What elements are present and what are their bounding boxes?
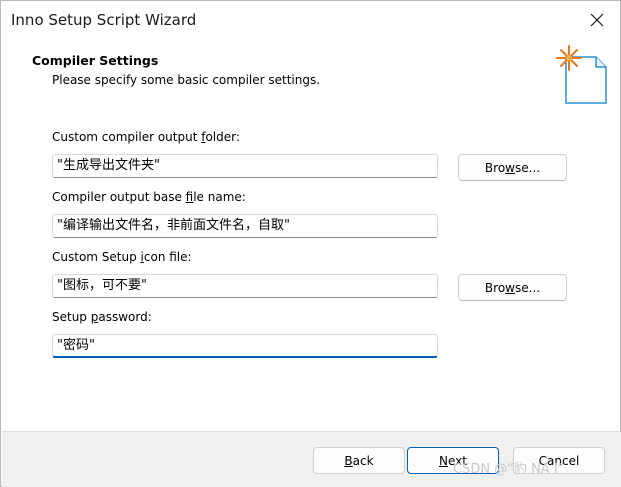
base-file-name-label: Compiler output base file name:: [52, 190, 246, 204]
page-heading: Compiler Settings: [32, 53, 159, 68]
wizard-document-icon: [556, 45, 607, 104]
icon-file-input[interactable]: "图标，可不要": [52, 274, 438, 298]
icon-file-label: Custom Setup icon file:: [52, 250, 192, 264]
title-bar: Inno Setup Script Wizard: [1, 1, 620, 39]
window-title: Inno Setup Script Wizard: [11, 11, 197, 29]
base-file-name-input[interactable]: "编译输出文件名，非前面文件名，自取": [52, 214, 438, 238]
password-label: Setup password:: [52, 310, 152, 324]
password-input[interactable]: "密码": [52, 334, 438, 358]
browse-icon-file-button[interactable]: Bro w se...: [458, 274, 567, 301]
output-folder-input[interactable]: "生成导出文件夹": [52, 154, 438, 178]
output-folder-label: Custom compiler output folder:: [52, 130, 240, 144]
page-subheading: Please specify some basic compiler setti…: [52, 73, 321, 87]
back-button[interactable]: Back: [313, 447, 405, 474]
watermark-text: CSDN @“豹 NA I”: [453, 462, 565, 477]
close-button[interactable]: [574, 1, 620, 39]
wizard-window: Inno Setup Script Wizard Compiler Settin…: [0, 0, 621, 487]
browse-output-folder-button[interactable]: Bro w se...: [458, 154, 567, 181]
close-icon: [590, 13, 604, 27]
